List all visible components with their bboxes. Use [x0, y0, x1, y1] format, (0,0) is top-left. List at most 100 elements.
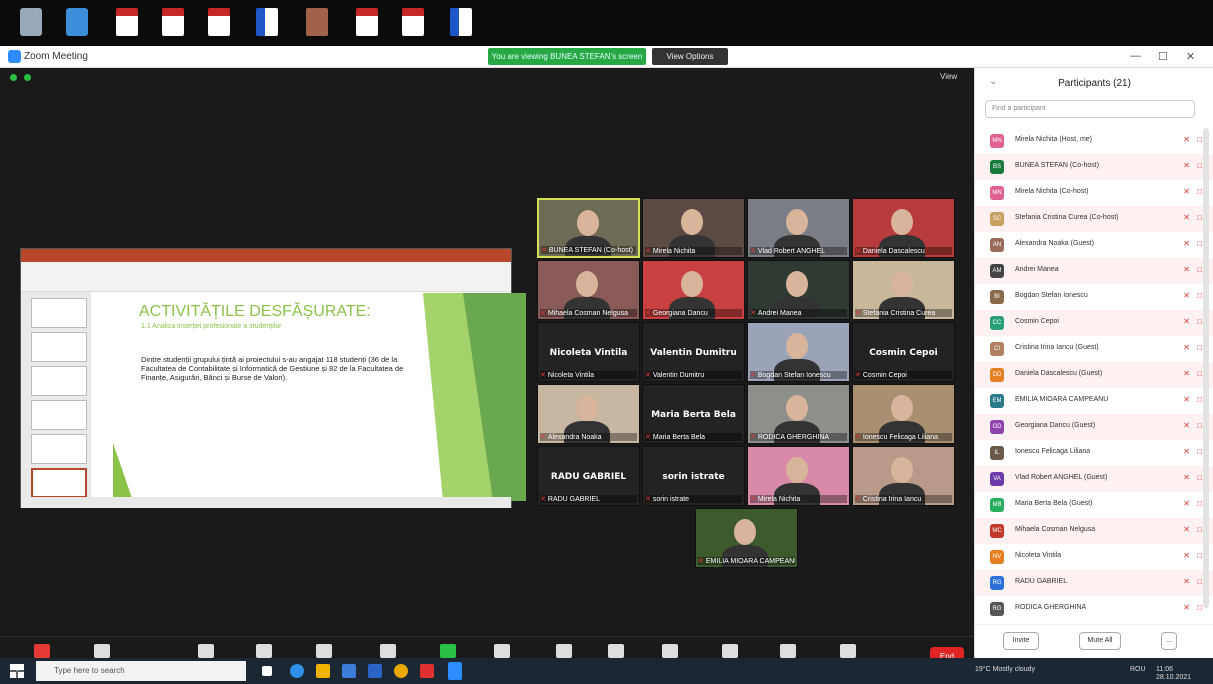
video-tile[interactable]: Cosmin Cepoi ✕ Cosmin Cepoi [852, 322, 955, 382]
video-off-icon[interactable]: □ [1197, 395, 1202, 404]
muted-mic-icon[interactable]: ✕ [1183, 291, 1190, 300]
file-explorer-icon[interactable] [316, 664, 330, 678]
image-file-icon[interactable] [306, 8, 328, 36]
muted-mic-icon[interactable]: ✕ [1183, 135, 1190, 144]
participant-row[interactable]: AM Andrei Manea ✕ □ [975, 258, 1213, 284]
video-off-icon[interactable]: □ [1197, 343, 1202, 352]
video-off-icon[interactable]: □ [1197, 421, 1202, 430]
view-button[interactable]: View [940, 72, 957, 81]
muted-mic-icon[interactable]: ✕ [1183, 213, 1190, 222]
participant-row[interactable]: SC Stefania Cristina Curea (Co-host) ✕ □ [975, 206, 1213, 232]
video-tile[interactable]: ✕ Alexandra Noaka [537, 384, 640, 444]
participant-row[interactable]: BI Bogdan Stefan Ionescu ✕ □ [975, 284, 1213, 310]
video-off-icon[interactable]: □ [1197, 317, 1202, 326]
video-off-icon[interactable]: □ [1197, 551, 1202, 560]
participant-row[interactable]: NV Nicoleta Vintila ✕ □ [975, 544, 1213, 570]
video-off-icon[interactable]: □ [1197, 239, 1202, 248]
participant-row[interactable]: RG RADU GABRIEL ✕ □ [975, 570, 1213, 596]
invite-button[interactable]: Invite [1003, 632, 1039, 650]
store-icon[interactable] [342, 664, 356, 678]
participant-row[interactable]: CI Cristina Irina Iancu (Guest) ✕ □ [975, 336, 1213, 362]
muted-mic-icon[interactable]: ✕ [1183, 551, 1190, 560]
muted-mic-icon[interactable]: ✕ [1183, 603, 1190, 612]
video-tile[interactable]: sorin istrate ✕ sorin istrate [642, 446, 745, 506]
mail-icon[interactable] [368, 664, 382, 678]
video-off-icon[interactable]: □ [1197, 213, 1202, 222]
language-indicator[interactable]: ROU [1130, 666, 1146, 673]
clock-time[interactable]: 11:06 [1156, 666, 1173, 673]
video-tile[interactable]: ✕ Georgiana Dancu [642, 260, 745, 320]
muted-mic-icon[interactable]: ✕ [1183, 395, 1190, 404]
video-off-icon[interactable]: □ [1197, 369, 1202, 378]
video-tile[interactable]: ✕ RODICA GHERGHINA [747, 384, 850, 444]
participant-row[interactable]: EM EMILIA MIOARA CAMPEANU ✕ □ [975, 388, 1213, 414]
recycle-bin-icon[interactable] [20, 8, 42, 36]
video-tile[interactable]: RADU GABRIEL ✕ RADU GABRIEL [537, 446, 640, 506]
participant-row[interactable]: AN Alexandra Noaka (Guest) ✕ □ [975, 232, 1213, 258]
video-off-icon[interactable]: □ [1197, 603, 1202, 612]
participant-row[interactable]: IL Ionescu Felicaga Liliana ✕ □ [975, 440, 1213, 466]
video-off-icon[interactable]: □ [1197, 265, 1202, 274]
video-tile[interactable]: ✕ EMILIA MIOARA CAMPEANU [695, 508, 798, 568]
video-tile[interactable]: ✕ Mirela Nichita [747, 446, 850, 506]
network-icon[interactable] [66, 8, 88, 36]
pdf-file-icon[interactable] [356, 8, 378, 36]
video-tile[interactable]: ✕ Cristina Irina Iancu [852, 446, 955, 506]
participant-row[interactable]: MB Maria Berta Bela (Guest) ✕ □ [975, 492, 1213, 518]
video-tile[interactable]: ✕ Daniela Dascalescu [852, 198, 955, 258]
muted-mic-icon[interactable]: ✕ [1183, 187, 1190, 196]
video-tile[interactable]: ✕ Mirela Nichita [642, 198, 745, 258]
video-off-icon[interactable]: □ [1197, 499, 1202, 508]
maximize-icon[interactable]: ☐ [1158, 50, 1168, 63]
video-tile[interactable]: ✕ Bogdan Stefan Ionescu [747, 322, 850, 382]
video-tile[interactable]: ✕ BUNEA STEFAN (Co-host) [537, 198, 640, 258]
pdf-file-icon[interactable] [162, 8, 184, 36]
participant-row[interactable]: VA Vlad Robert ANGHEL (Guest) ✕ □ [975, 466, 1213, 492]
security-shield-icon[interactable] [10, 74, 17, 81]
muted-mic-icon[interactable]: ✕ [1183, 265, 1190, 274]
participant-row[interactable]: GD Georgiana Dancu (Guest) ✕ □ [975, 414, 1213, 440]
zoom-taskbar-icon[interactable] [448, 662, 462, 680]
video-off-icon[interactable]: □ [1197, 473, 1202, 482]
participant-row[interactable]: RG RODICA GHERGHINA ✕ □ [975, 596, 1213, 622]
video-off-icon[interactable]: □ [1197, 291, 1202, 300]
more-options-button[interactable]: ... [1161, 632, 1177, 650]
participant-row[interactable]: DD Daniela Dascalescu (Guest) ✕ □ [975, 362, 1213, 388]
pdf-file-icon[interactable] [208, 8, 230, 36]
video-off-icon[interactable]: □ [1197, 525, 1202, 534]
connection-icon[interactable] [24, 74, 31, 81]
edge-icon[interactable] [290, 664, 304, 678]
video-tile[interactable]: ✕ Mihaela Cosman Nelgusa [537, 260, 640, 320]
pdf-file-icon[interactable] [402, 8, 424, 36]
view-options-button[interactable]: View Options [652, 48, 728, 65]
muted-mic-icon[interactable]: ✕ [1183, 473, 1190, 482]
chrome-icon[interactable] [394, 664, 408, 678]
muted-mic-icon[interactable]: ✕ [1183, 421, 1190, 430]
muted-mic-icon[interactable]: ✕ [1183, 499, 1190, 508]
participant-row[interactable]: MN Mirela Nichita (Co-host) ✕ □ [975, 180, 1213, 206]
word-file-icon[interactable] [256, 8, 278, 36]
taskbar-search-input[interactable]: Type here to search [36, 661, 246, 681]
participant-search-input[interactable]: Find a participant [985, 100, 1195, 118]
video-tile[interactable]: Maria Berta Bela ✕ Maria Berta Bela [642, 384, 745, 444]
muted-mic-icon[interactable]: ✕ [1183, 447, 1190, 456]
participant-row[interactable]: MN Mirela Nichita (Host, me) ✕ □ [975, 128, 1213, 154]
video-off-icon[interactable]: □ [1197, 135, 1202, 144]
pdf-file-icon[interactable] [116, 8, 138, 36]
video-off-icon[interactable]: □ [1197, 577, 1202, 586]
video-off-icon[interactable]: □ [1197, 161, 1202, 170]
video-off-icon[interactable]: □ [1197, 187, 1202, 196]
weather-text[interactable]: 19°C Mostly cloudy [975, 666, 1035, 673]
muted-mic-icon[interactable]: ✕ [1183, 317, 1190, 326]
muted-mic-icon[interactable]: ✕ [1183, 525, 1190, 534]
participant-row[interactable]: BS BUNEA STEFAN (Co-host) ✕ □ [975, 154, 1213, 180]
video-off-icon[interactable]: □ [1197, 447, 1202, 456]
mute-all-button[interactable]: Mute All [1079, 632, 1121, 650]
muted-mic-icon[interactable]: ✕ [1183, 239, 1190, 248]
muted-mic-icon[interactable]: ✕ [1183, 343, 1190, 352]
clock-date[interactable]: 28.10.2021 [1156, 674, 1191, 681]
word-file-icon[interactable] [450, 8, 472, 36]
muted-mic-icon[interactable]: ✕ [1183, 161, 1190, 170]
video-tile[interactable]: ✕ Vlad Robert ANGHEL [747, 198, 850, 258]
app-icon[interactable] [420, 664, 434, 678]
